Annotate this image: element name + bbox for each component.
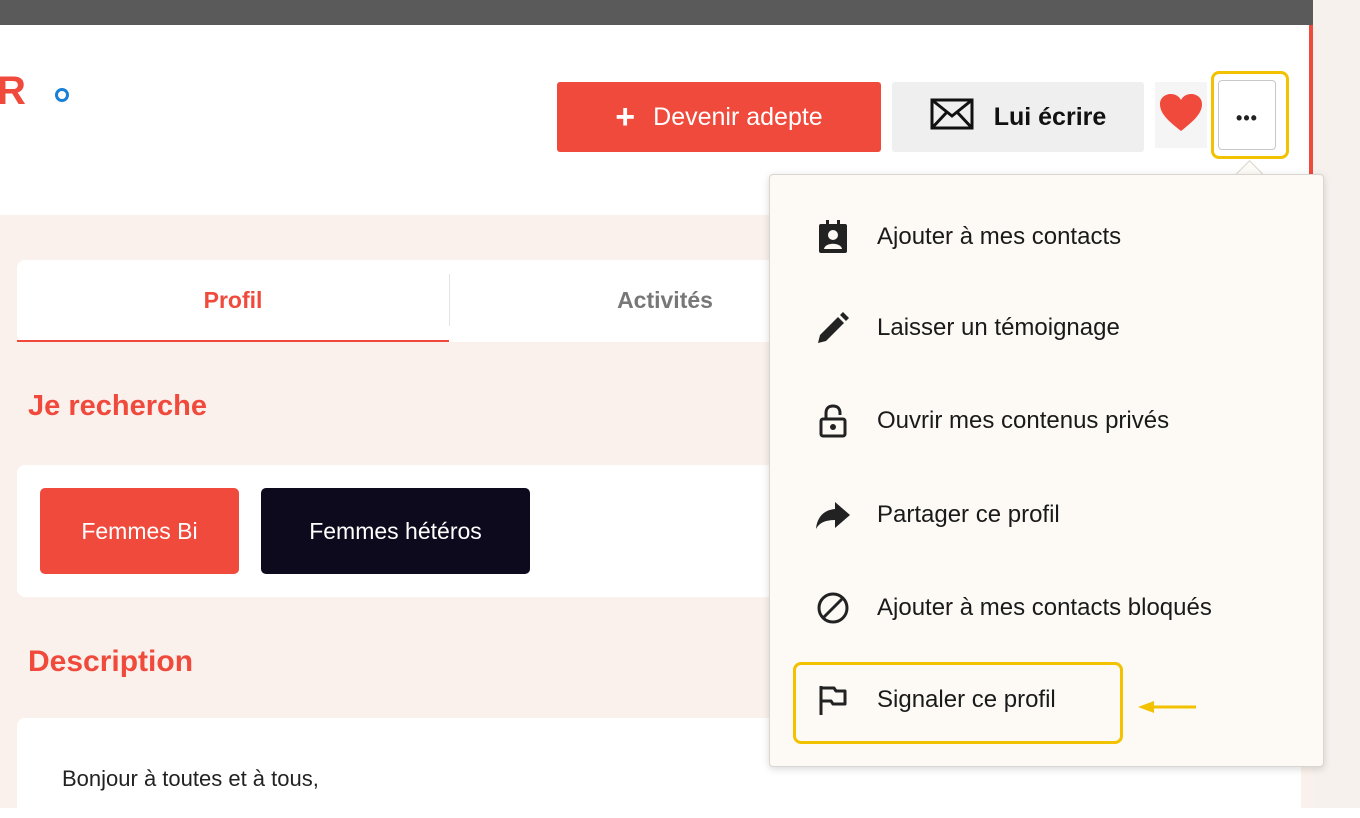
highlight-more-button <box>1211 71 1289 159</box>
tab-divider <box>449 274 450 326</box>
header-accent-edge <box>1302 25 1313 175</box>
plus-icon: + <box>615 98 636 136</box>
menu-item-block-contact[interactable]: Ajouter à mes contacts bloqués <box>813 585 1212 631</box>
menu-item-share-profile[interactable]: Partager ce profil <box>813 492 1060 538</box>
annotation-arrow-icon <box>1138 700 1198 719</box>
unlock-icon <box>813 401 853 441</box>
highlight-report-item <box>793 662 1123 744</box>
menu-item-label: Ouvrir mes contenus privés <box>877 407 1170 434</box>
menu-item-private-content[interactable]: Ouvrir mes contenus privés <box>813 398 1169 444</box>
menu-item-label: Laisser un témoignage <box>877 314 1120 341</box>
like-button[interactable] <box>1155 82 1207 148</box>
tag-femmes-bi: Femmes Bi <box>40 488 239 574</box>
description-title: Description <box>28 645 194 678</box>
tab-activites[interactable]: Activités <box>557 260 773 340</box>
search-section-title: Je recherche <box>28 390 207 422</box>
description-text: Bonjour à toutes et à tous, <box>62 766 319 791</box>
tab-profil[interactable]: Profil <box>17 260 449 342</box>
top-bar <box>0 0 1313 25</box>
menu-item-testimonial[interactable]: Laisser un témoignage <box>813 305 1120 351</box>
pencil-icon <box>813 308 853 348</box>
follow-button-label: Devenir adepte <box>653 102 823 131</box>
menu-item-label: Ajouter à mes contacts bloqués <box>877 594 1212 621</box>
menu-item-label: Partager ce profil <box>877 501 1060 528</box>
message-button-label: Lui écrire <box>993 102 1107 131</box>
share-arrow-icon <box>813 495 853 535</box>
online-status-dot <box>55 88 69 102</box>
menu-item-add-contact[interactable]: Ajouter à mes contacts <box>813 214 1121 260</box>
profile-name-fragment: R <box>0 69 26 113</box>
menu-item-label: Ajouter à mes contacts <box>877 223 1122 250</box>
message-button[interactable]: Lui écrire <box>892 82 1144 152</box>
heart-icon <box>1159 93 1203 138</box>
envelope-icon <box>930 98 974 137</box>
block-icon <box>813 588 853 628</box>
contact-card-icon <box>813 217 853 257</box>
follow-button[interactable]: + Devenir adepte <box>557 82 881 152</box>
tag-femmes-heteros: Femmes hétéros <box>261 488 530 574</box>
